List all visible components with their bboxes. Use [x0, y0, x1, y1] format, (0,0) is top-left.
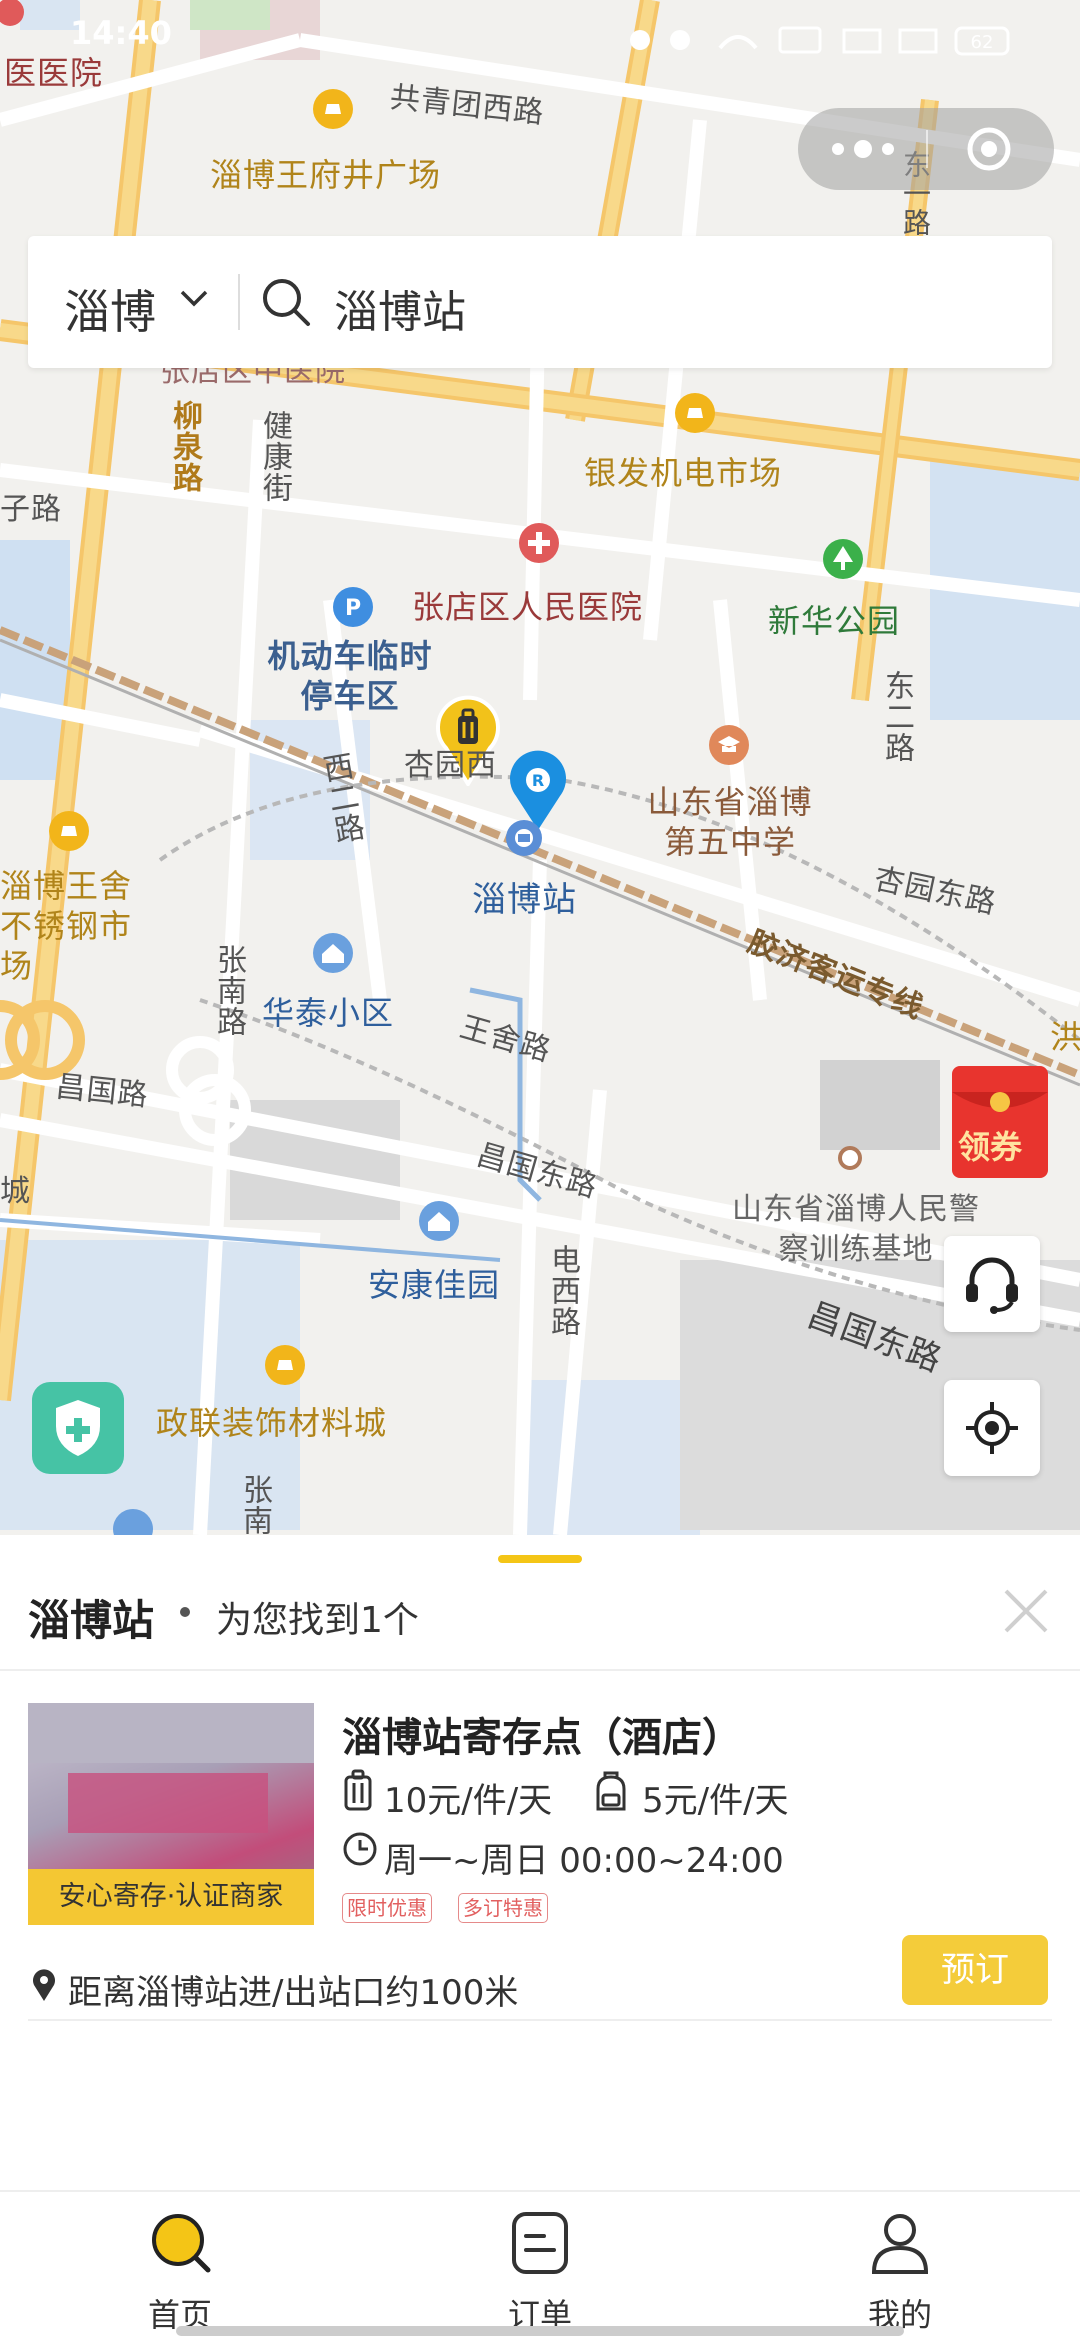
train-station-icon[interactable]: [504, 818, 544, 858]
home-indicator[interactable]: [176, 2326, 904, 2336]
close-icon[interactable]: [1000, 1585, 1052, 1637]
more-menu-icon[interactable]: [828, 135, 898, 163]
location-dot-icon[interactable]: [838, 1146, 862, 1170]
status-icons: 62: [630, 26, 1010, 56]
map-label: 杏园西: [404, 748, 497, 783]
map-label: 淄博王舍不锈钢市场: [0, 867, 133, 985]
map-label: 淄博站: [472, 880, 577, 920]
close-miniprogram-icon[interactable]: [966, 126, 1012, 172]
sheet-title: 淄博站: [28, 1596, 155, 1645]
shield-plus-icon: [56, 1400, 100, 1456]
map-label: 张店区人民医院: [412, 588, 644, 626]
map-label: 张南: [237, 1474, 272, 1535]
map-label: 洪: [1050, 1018, 1080, 1056]
map-label: 城: [0, 1174, 31, 1209]
promo-tag: 多订特惠: [458, 1893, 548, 1923]
svg-text:P: P: [345, 596, 361, 621]
opening-hours: 周一~周日 00:00~24:00: [384, 1841, 784, 1881]
map-label: 安康佳园: [368, 1266, 501, 1304]
school-poi-icon[interactable]: [708, 724, 750, 766]
status-bar: 14:40 62: [0, 0, 1080, 70]
location-pin-icon: [33, 1969, 55, 2001]
park-poi-icon[interactable]: [822, 538, 864, 580]
divider: [0, 1669, 1080, 1671]
search-icon: [152, 2214, 211, 2273]
status-time: 14:40: [70, 14, 172, 52]
search-icon[interactable]: [260, 276, 312, 328]
promo-tag: 限时优惠: [342, 1893, 432, 1923]
clock-icon: [343, 1832, 377, 1866]
price-bag: 5元/件/天: [642, 1781, 789, 1821]
map-label: 机动车临时停车区: [267, 637, 433, 715]
store-name: 淄博站寄存点（酒店）: [342, 1715, 742, 1761]
store-photo[interactable]: 安心寄存·认证商家: [28, 1703, 314, 1925]
separator-dot: [180, 1607, 190, 1617]
tab-orders[interactable]: 订单: [450, 2192, 630, 2342]
bottom-tab-bar: 首页 订单 我的: [0, 2190, 1080, 2342]
residential-poi-icon[interactable]: [312, 932, 354, 974]
residential-poi-icon[interactable]: [112, 1508, 154, 1535]
suitcase-icon: [344, 1769, 372, 1811]
miniprogram-capsule: [798, 108, 1054, 190]
customer-service-button[interactable]: [944, 1236, 1040, 1332]
shopping-poi-icon[interactable]: [674, 392, 716, 434]
map-label: 子路: [0, 492, 62, 527]
headset-icon: [966, 1257, 1018, 1314]
insurance-button[interactable]: [32, 1382, 124, 1474]
distance-info: 距离淄博站进/出站口约100米: [68, 1973, 519, 2013]
price-luggage: 10元/件/天: [384, 1781, 553, 1821]
coupon-label: 领券: [958, 1128, 1023, 1166]
map-label: 新华公园: [768, 602, 901, 640]
search-input[interactable]: 淄博站: [334, 276, 466, 340]
order-icon: [512, 2212, 568, 2274]
map-label: 东二路: [879, 670, 914, 763]
coupon-button[interactable]: 领券: [946, 1062, 1056, 1182]
card-divider: [28, 2019, 1052, 2021]
map-label: 淄博王府井广场: [210, 156, 442, 194]
search-bar: 淄博 淄博站: [28, 236, 1052, 368]
map-label: 张南路: [211, 944, 246, 1037]
residential-poi-icon[interactable]: [418, 1200, 460, 1242]
user-icon: [871, 2214, 929, 2274]
search-divider: [238, 274, 240, 330]
map-label: 电西路: [545, 1244, 580, 1337]
svg-text:R: R: [532, 771, 544, 790]
store-card[interactable]: 安心寄存·认证商家 淄博站寄存点（酒店） 10元/件/天 5元/件/天 周一~周…: [0, 1691, 1080, 2041]
locate-me-button[interactable]: [944, 1380, 1040, 1476]
map-label: 政联装饰材料城: [156, 1404, 388, 1442]
battery-level: 62: [971, 32, 994, 53]
shopping-poi-icon[interactable]: [264, 1344, 306, 1386]
result-count: 为您找到1个: [216, 1600, 419, 1641]
city-selector[interactable]: 淄博: [64, 276, 156, 342]
shopping-poi-icon[interactable]: [312, 88, 354, 130]
hospital-poi-icon[interactable]: [518, 522, 560, 564]
results-sheet: 淄博站 为您找到1个 安心寄存·认证商家 淄博站寄存点（酒店） 10元/件/天 …: [0, 1535, 1080, 2190]
tab-mine[interactable]: 我的: [810, 2192, 990, 2342]
verified-badge: 安心寄存·认证商家: [28, 1869, 314, 1925]
map-label: 健康街: [257, 410, 292, 503]
backpack-icon: [596, 1771, 626, 1811]
map-label: 银发机电市场: [584, 454, 783, 492]
shopping-poi-icon[interactable]: [48, 810, 90, 852]
map-label: 柳泉路: [167, 400, 202, 493]
parking-poi-icon[interactable]: P: [332, 586, 374, 628]
map-label: 华泰小区: [262, 994, 395, 1032]
tab-home[interactable]: 首页: [90, 2192, 270, 2342]
book-button[interactable]: 预订: [902, 1935, 1048, 2005]
crosshair-icon: [966, 1402, 1018, 1454]
chevron-down-icon[interactable]: [176, 280, 212, 316]
drag-handle[interactable]: [498, 1555, 582, 1563]
map-label: 山东省淄博第五中学: [647, 783, 813, 861]
map-view[interactable]: P R 医医院 共青团西路 淄博王府井广场 东一路 张店区中医院 柳泉路 健康街…: [0, 0, 1080, 1535]
